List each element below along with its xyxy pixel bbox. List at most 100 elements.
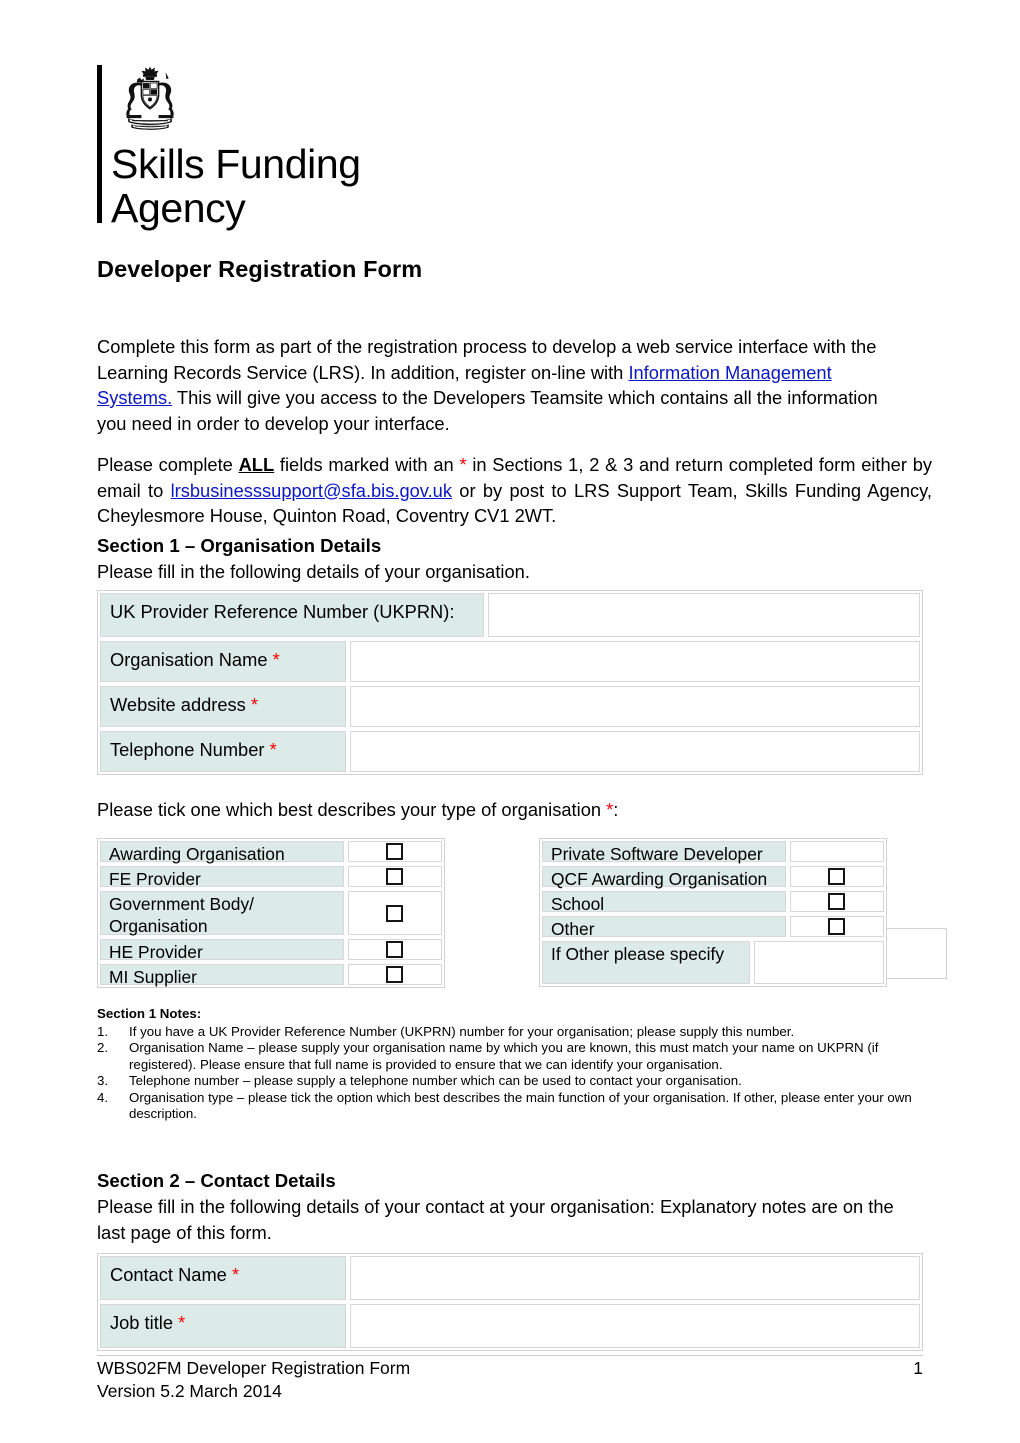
- royal-coat-of-arms-icon: [126, 66, 174, 130]
- other-specify-input[interactable]: [754, 941, 884, 984]
- organisation-name-input[interactable]: [350, 641, 920, 682]
- qcf-awarding-organisation-checkbox-cell[interactable]: [789, 866, 884, 887]
- other-label: Other: [542, 916, 786, 939]
- section1-notes-list: 1. If you have a UK Provider Reference N…: [97, 1024, 927, 1122]
- required-asterisk: *: [226, 1264, 240, 1285]
- other-specify-label: If Other please specify: [542, 941, 751, 984]
- list-item: If Other please specify: [540, 939, 886, 986]
- table-row: UK Provider Reference Number (UKPRN):: [98, 591, 922, 639]
- checkbox-icon[interactable]: [386, 843, 404, 860]
- intro-text-part2: This will give you access to the Develop…: [97, 387, 878, 434]
- private-software-developer-checkbox-cell[interactable]: [789, 841, 884, 862]
- page-title: Developer Registration Form: [97, 256, 423, 282]
- website-address-label: Website address *: [100, 686, 347, 727]
- footer-top-row: WBS02FM Developer Registration Form 1: [97, 1357, 923, 1380]
- job-title-label: Job title *: [100, 1304, 347, 1348]
- list-item: Private Software Developer: [540, 839, 886, 864]
- footer-version: Version 5.2 March 2014: [97, 1381, 282, 1401]
- table-row: Website address *: [98, 684, 922, 729]
- job-title-label-text: Job title: [110, 1312, 174, 1333]
- required-asterisk: *: [267, 649, 280, 670]
- contact-details-table: Contact Name * Job title *: [97, 1253, 923, 1351]
- school-checkbox-cell[interactable]: [789, 891, 884, 912]
- note-text: If you have a UK Provider Reference Numb…: [129, 1024, 795, 1039]
- organisation-type-prompt: Please tick one which best describes you…: [97, 799, 618, 821]
- telephone-number-input[interactable]: [350, 731, 920, 772]
- qcf-awarding-organisation-label: QCF Awarding Organisation: [542, 866, 786, 889]
- tick-prompt-text: Please tick one which best describes you…: [97, 799, 607, 820]
- organisation-type-left-table: Awarding Organisation FE Provider Govern…: [97, 838, 445, 988]
- organisation-name-label: Organisation Name *: [100, 641, 347, 682]
- government-body-label: Government Body/ Organisation: [100, 891, 344, 936]
- he-provider-label: HE Provider: [100, 939, 344, 962]
- notice-asterisk: *: [459, 454, 467, 475]
- logo-wordmark: Skills Funding Agency: [111, 141, 361, 231]
- government-body-checkbox-cell[interactable]: [347, 891, 442, 935]
- list-item: Other: [540, 914, 886, 939]
- checkbox-icon[interactable]: [828, 918, 846, 935]
- contact-name-label: Contact Name *: [100, 1256, 347, 1300]
- section2-heading: Section 2 – Contact Details: [97, 1170, 336, 1191]
- mi-supplier-label: MI Supplier: [100, 964, 344, 987]
- table-row: Job title *: [98, 1302, 922, 1350]
- contact-name-input[interactable]: [350, 1256, 920, 1300]
- list-item: FE Provider: [98, 864, 444, 889]
- awarding-organisation-checkbox-cell[interactable]: [347, 841, 442, 862]
- private-software-developer-label: Private Software Developer: [542, 841, 786, 864]
- table-row: Organisation Name *: [98, 639, 922, 684]
- checkbox-icon[interactable]: [828, 868, 846, 885]
- support-email-link[interactable]: lrsbusinesssupport@sfa.bis.gov.uk: [171, 480, 452, 501]
- note-text: Organisation type – please tick the opti…: [129, 1089, 912, 1122]
- telephone-number-label: Telephone Number *: [100, 731, 347, 772]
- list-item: Government Body/ Organisation: [98, 889, 444, 937]
- list-item: 4. Organisation type – please tick the o…: [97, 1090, 927, 1123]
- note-text: Organisation Name – please supply your o…: [129, 1040, 879, 1072]
- other-checkbox-cell[interactable]: [789, 916, 884, 937]
- note-number: 4.: [97, 1089, 109, 1105]
- list-item: School: [540, 889, 886, 914]
- completion-notice-paragraph: Please complete ALL fields marked with a…: [97, 452, 932, 529]
- organisation-name-label-text: Organisation Name: [110, 649, 268, 670]
- ukprn-label-text: UK Provider Reference Number (UKPRN):: [110, 601, 455, 622]
- footer-page-number: 1: [913, 1358, 923, 1378]
- job-title-input[interactable]: [350, 1304, 920, 1348]
- table-row: Contact Name *: [98, 1254, 922, 1302]
- school-label: School: [542, 891, 786, 914]
- fe-provider-label: FE Provider: [100, 866, 344, 889]
- note-number: 1.: [97, 1024, 109, 1039]
- list-item: 2. Organisation Name – please supply you…: [97, 1040, 927, 1073]
- footer-divider: [97, 1355, 923, 1356]
- checkbox-icon[interactable]: [386, 868, 404, 885]
- checkbox-icon[interactable]: [386, 966, 404, 983]
- document-page: Skills Funding Agency Developer Registra…: [0, 0, 1020, 1443]
- fe-provider-checkbox-cell[interactable]: [347, 866, 442, 887]
- checkbox-icon[interactable]: [386, 941, 404, 958]
- note-text: Telephone number – please supply a telep…: [129, 1073, 742, 1089]
- website-address-input[interactable]: [350, 686, 920, 727]
- checkbox-icon[interactable]: [386, 904, 404, 922]
- section1-subtitle: Please fill in the following details of …: [97, 561, 530, 582]
- ukprn-input[interactable]: [488, 593, 920, 637]
- sfa-logo: Skills Funding Agency: [97, 62, 397, 231]
- tick-prompt-colon: :: [613, 799, 619, 820]
- ukprn-label: UK Provider Reference Number (UKPRN):: [100, 593, 485, 637]
- contact-name-label-text: Contact Name: [110, 1264, 227, 1285]
- organisation-type-right-table: Private Software Developer QCF Awarding …: [539, 838, 887, 987]
- notice-part2: fields marked with an: [274, 454, 460, 475]
- telephone-number-label-text: Telephone Number: [110, 739, 265, 760]
- notice-all-emphasis: ALL: [238, 454, 275, 475]
- page-footer: WBS02FM Developer Registration Form 1 Ve…: [97, 1357, 923, 1403]
- footer-document-reference: WBS02FM Developer Registration Form: [97, 1358, 411, 1378]
- notice-part1: Please complete: [97, 454, 239, 475]
- required-asterisk: *: [245, 694, 259, 715]
- mi-supplier-checkbox-cell[interactable]: [347, 964, 442, 985]
- list-item: QCF Awarding Organisation: [540, 864, 886, 889]
- list-item: Awarding Organisation: [98, 839, 444, 864]
- list-item: HE Provider: [98, 937, 444, 962]
- required-asterisk: *: [264, 739, 277, 760]
- he-provider-checkbox-cell[interactable]: [347, 939, 442, 960]
- awarding-organisation-label: Awarding Organisation: [100, 841, 344, 864]
- checkbox-icon[interactable]: [828, 893, 846, 910]
- section1-notes-title: Section 1 Notes:: [97, 1006, 202, 1021]
- note-number: 3.: [97, 1073, 109, 1089]
